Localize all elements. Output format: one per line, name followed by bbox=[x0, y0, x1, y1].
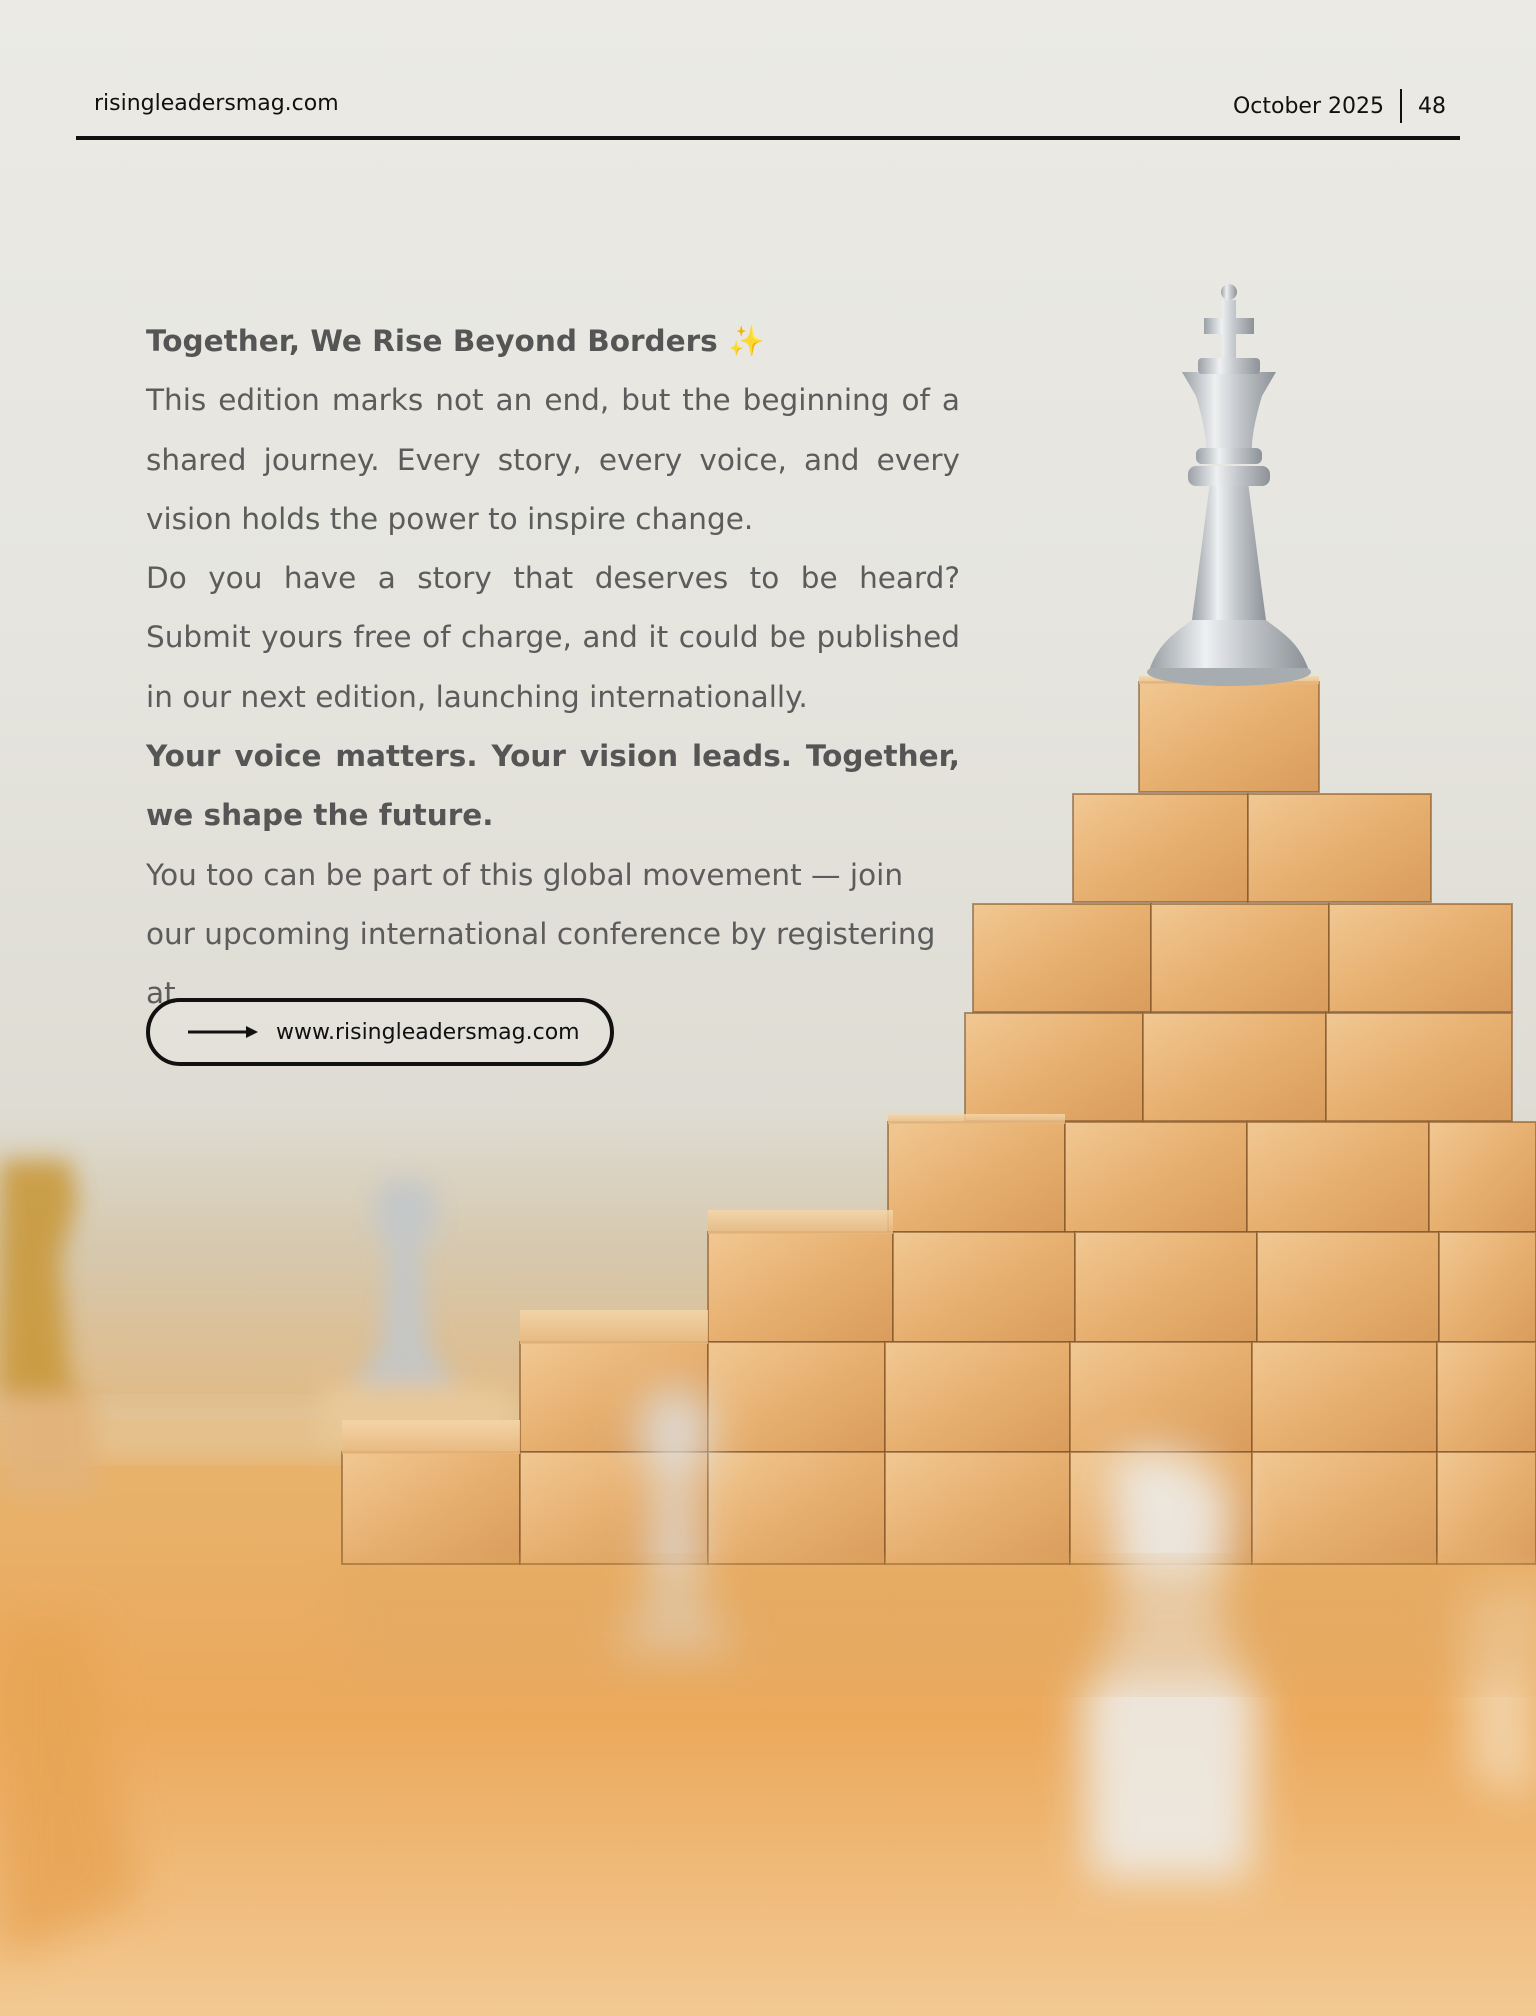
issue-date: October 2025 bbox=[1232, 93, 1384, 119]
magazine-page: risingleadersmag.com October 2025 48 Tog… bbox=[0, 0, 1536, 2016]
sparkles-icon: ✨ bbox=[728, 324, 765, 358]
article-body: Together, We Rise Beyond Borders ✨ This … bbox=[146, 312, 960, 1024]
header-rule bbox=[76, 136, 1460, 140]
page-number: 48 bbox=[1418, 93, 1446, 119]
article-paragraph-3: You too can be part of this global movem… bbox=[146, 857, 936, 1011]
header-divider bbox=[1400, 89, 1402, 123]
website-link-button[interactable]: www.risingleadersmag.com bbox=[146, 998, 614, 1066]
header-site-name: risingleadersmag.com bbox=[94, 91, 339, 116]
article-heading: Together, We Rise Beyond Borders ✨ bbox=[146, 312, 960, 371]
header-issue-info: October 2025 48 bbox=[1233, 89, 1446, 123]
article-paragraph-1: This edition marks not an end, but the b… bbox=[146, 383, 960, 536]
website-link-label: www.risingleadersmag.com bbox=[276, 1019, 580, 1045]
article-tagline: Your voice matters. Your vision leads. T… bbox=[146, 739, 960, 833]
article-heading-text: Together, We Rise Beyond Borders bbox=[146, 324, 718, 358]
article-paragraph-2: Do you have a story that deserves to be … bbox=[146, 561, 960, 714]
arrow-right-icon bbox=[188, 1026, 258, 1038]
